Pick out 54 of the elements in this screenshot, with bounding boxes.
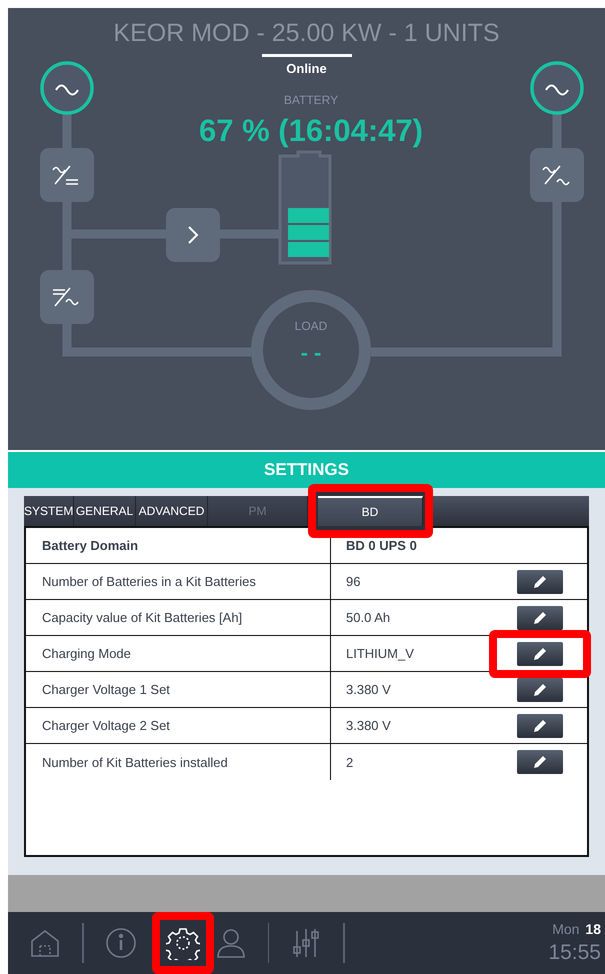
settings-tab[interactable]: SYSTEM xyxy=(24,496,74,526)
sliders-icon xyxy=(290,927,322,959)
home-icon xyxy=(29,927,61,959)
table-cell: 3.380 V xyxy=(346,682,391,697)
pencil-icon xyxy=(532,718,548,734)
table-cell: Number of Kit Batteries installed xyxy=(26,744,331,780)
edit-button[interactable] xyxy=(517,570,563,594)
settings-header: SETTINGS xyxy=(8,452,605,488)
bypass-block[interactable] xyxy=(530,148,584,202)
wire-line xyxy=(552,113,562,148)
table-cell: 50.0 Ah xyxy=(346,610,390,625)
table-cell: 2 xyxy=(346,754,354,770)
table-cell: Charger Voltage 1 Set xyxy=(26,672,331,707)
device-title: KEOR MOD - 25.00 KW - 1 UNITS xyxy=(113,18,500,48)
pencil-icon xyxy=(532,646,548,662)
table-cell: Battery Domain xyxy=(26,528,331,563)
table-cell: 96 xyxy=(346,574,360,589)
table-cell: Number of Batteries in a Kit Batteries xyxy=(26,564,331,599)
edit-button[interactable] xyxy=(517,678,563,702)
wire-line xyxy=(62,113,72,148)
edit-button[interactable] xyxy=(517,714,563,738)
battery-reading: 67 % (16:04:47) xyxy=(199,113,423,148)
settings-tab[interactable]: ADVANCED xyxy=(136,496,208,526)
status-label: Online xyxy=(286,61,327,76)
edit-button[interactable] xyxy=(517,642,563,666)
rectifier-block[interactable] xyxy=(40,148,94,202)
wire-line xyxy=(220,230,280,238)
day-label: Mon xyxy=(552,921,580,937)
table-cell: Charging Mode xyxy=(26,636,331,671)
info-icon xyxy=(104,927,136,959)
sine-wave-node[interactable] xyxy=(530,61,584,115)
pencil-icon xyxy=(532,574,548,590)
load-reading: - - xyxy=(300,340,322,365)
edit-button[interactable] xyxy=(517,606,563,630)
table-cell: Capacity value of Kit Batteries [Ah] xyxy=(26,600,331,635)
battery-label: BATTERY xyxy=(284,93,338,107)
pencil-icon xyxy=(532,682,548,698)
table-cell: BD 0 UPS 0 xyxy=(346,538,417,553)
inverter-block[interactable] xyxy=(40,270,94,324)
pencil-icon xyxy=(532,754,548,770)
settings-tab[interactable]: GENERAL xyxy=(74,496,136,526)
table-cell: 3.380 V xyxy=(346,718,391,733)
edit-button[interactable] xyxy=(517,750,563,774)
pencil-icon xyxy=(532,610,548,626)
table-cell: Charger Voltage 2 Set xyxy=(26,708,331,743)
date-label: 18 xyxy=(585,921,601,937)
table-cell: LITHIUM_V xyxy=(346,646,414,661)
load-label: LOAD xyxy=(294,319,328,333)
time-label: 15:55 xyxy=(548,941,601,965)
settings-tab[interactable]: BD xyxy=(318,496,423,526)
sine-wave-node[interactable] xyxy=(40,61,94,115)
battery-icon xyxy=(278,150,332,264)
settings-icon xyxy=(166,926,200,960)
user-icon xyxy=(214,927,246,959)
